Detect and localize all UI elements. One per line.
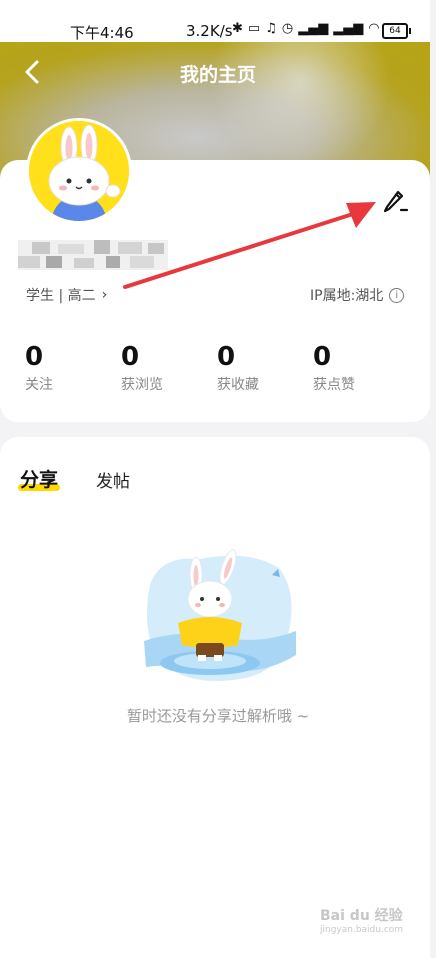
wifi-icon: ◠ <box>368 21 380 36</box>
vibrate-icon: ▭ <box>247 21 261 36</box>
content-card <box>0 437 430 958</box>
network-speed: 3.2K/s <box>186 22 233 40</box>
stat-label: 获点赞 <box>313 377 355 393</box>
watermark: Bai du 经验 jingyan.baidu.com <box>320 905 403 935</box>
page-title: 我的主页 <box>179 64 256 86</box>
ip-location-label: IP属地:湖北 <box>310 288 384 304</box>
hd-signal-icon: ▂▄▆ <box>333 21 364 36</box>
hd-signal-icon: ▂▄▆ <box>298 21 329 36</box>
tab-post[interactable]: 发帖 <box>96 467 130 492</box>
role-label: 学生 | 高二 <box>26 288 96 304</box>
stat-label: 获收藏 <box>217 377 259 393</box>
pencil-icon <box>383 190 409 213</box>
stat-views[interactable]: 0 获浏览 <box>121 340 163 396</box>
alarm-icon: ◷ <box>281 21 294 36</box>
stat-value: 0 <box>25 342 44 372</box>
bunny-avatar-icon <box>29 121 129 221</box>
stat-value: 0 <box>217 342 236 372</box>
stat-likes[interactable]: 0 获点赞 <box>313 340 355 396</box>
info-icon[interactable]: i <box>389 287 405 303</box>
edit-profile-button[interactable] <box>381 187 409 213</box>
stat-favorites[interactable]: 0 获收藏 <box>217 340 259 396</box>
bunny-illustration-icon <box>144 549 296 681</box>
stat-label: 关注 <box>25 377 53 393</box>
watermark-url: jingyan.baidu.com <box>320 925 404 935</box>
bluetooth-icon: ✱ <box>232 21 243 36</box>
battery-icon: 64 <box>382 23 411 39</box>
status-bar: 下午4:46 3.2K/s ✱ ▭ ♫ ◷ ▂▄▆ ▂▄▆ ◠ 64 <box>0 0 436 42</box>
chevron-right-icon: › <box>101 287 108 303</box>
empty-state-text: 暂时还没有分享过解析哦 ~ <box>126 707 310 725</box>
stats-row: 0 关注 0 获浏览 0 获收藏 0 获点赞 <box>0 340 436 400</box>
stat-label: 获浏览 <box>121 377 163 393</box>
screen-edge <box>430 0 436 958</box>
status-time: 下午4:46 <box>70 24 134 42</box>
tab-share[interactable]: 分享 <box>17 465 61 492</box>
role-link[interactable]: 学生 | 高二 › <box>26 285 107 305</box>
blurred-username <box>18 240 168 270</box>
avatar[interactable] <box>26 118 132 224</box>
empty-state-illustration <box>140 545 300 690</box>
stat-following[interactable]: 0 关注 <box>25 340 53 396</box>
watermark-logo: Bai du 经验 <box>320 908 403 924</box>
ip-location: IP属地:湖北 i <box>310 285 405 305</box>
stat-value: 0 <box>121 342 140 372</box>
mute-icon: ♫ <box>265 21 277 36</box>
status-icons: ✱ ▭ ♫ ◷ ▂▄▆ ▂▄▆ ◠ <box>232 22 380 36</box>
stat-value: 0 <box>313 342 332 372</box>
